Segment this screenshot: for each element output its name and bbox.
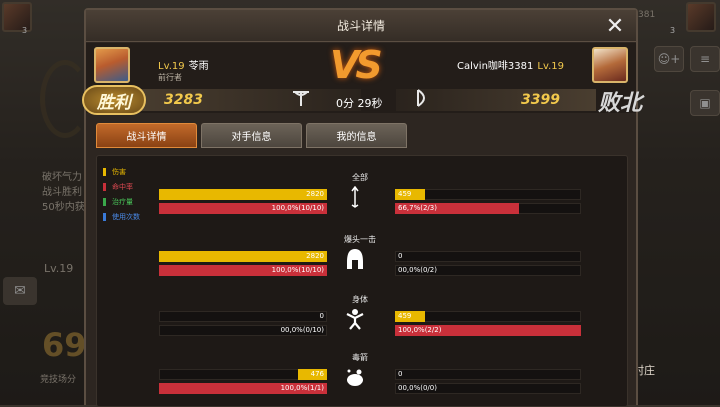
stat-section-title: 毒箭 (352, 353, 368, 362)
close-button[interactable]: ✕ (602, 13, 628, 39)
right-damage-bar: 459 (395, 189, 581, 200)
legend-swatch (103, 167, 106, 176)
legend-label: 命中率 (112, 182, 133, 191)
stat-section-title: 身体 (352, 295, 368, 304)
left-player-title: 前行者 (158, 73, 182, 82)
bar-value: 2820 (306, 252, 324, 260)
bar-value: 0 (398, 252, 403, 260)
left-hit-rate-bar: 00,0%(0/10) (159, 325, 327, 336)
left-player-level: Lv.19 (158, 61, 185, 72)
bar-value: 0 (319, 312, 324, 320)
defeat-badge: 败北 (597, 91, 642, 116)
right-hit-rate-bar: 66,7%(2/3) (395, 203, 581, 214)
right-player-name: Calvin咖啡3381 (457, 61, 534, 72)
bar-value: 100,0%(1/1) (280, 384, 324, 392)
right-hit-rate-bar: 00,0%(0/2) (395, 265, 581, 276)
close-icon: ✕ (605, 13, 625, 39)
right-damage-bar: 0 (395, 369, 581, 380)
right-player-level: Lv.19 (537, 61, 564, 72)
left-damage-bar: 0 (159, 311, 327, 322)
bar-value: 00,0%(0/0) (398, 384, 437, 392)
arrow-icon (344, 186, 366, 208)
right-damage-bar: 0 (395, 251, 581, 262)
bar-value: 0 (398, 370, 403, 378)
stat-section-title: 爆头一击 (344, 235, 376, 244)
bar-value: 459 (398, 190, 412, 198)
left-player-name: 苓雨 (188, 61, 209, 72)
body-icon (344, 308, 366, 330)
legend-label: 伤害 (112, 167, 126, 176)
legend-item-uses: 使用次数 (103, 209, 140, 224)
bar-value: 00,0%(0/10) (280, 326, 324, 334)
bar-track (159, 311, 327, 322)
legend-item-heal: 治疗量 (103, 194, 140, 209)
left-score-bar (126, 89, 361, 111)
legend-item-damage: 伤害 (103, 164, 140, 179)
stats-panel: 伤害 命中率 治疗量 使用次数 全部 2820 100,0%(10/10) 459 66… (96, 155, 628, 407)
bar-value: 100,0%(2/2) (398, 326, 442, 334)
match-timer: 0分 29秒 (336, 97, 383, 110)
right-player-avatar[interactable] (592, 47, 628, 83)
stat-section-title: 全部 (352, 173, 368, 182)
bar-value: 2820 (306, 190, 324, 198)
tab-my-info[interactable]: 我的信息 (306, 123, 407, 148)
right-hit-rate-bar: 100,0%(2/2) (395, 325, 581, 336)
bar-value: 66,7%(2/3) (398, 204, 437, 212)
crossbow-icon (290, 87, 312, 114)
bow-icon (412, 87, 434, 114)
legend-swatch (103, 212, 106, 221)
tab-battle-detail[interactable]: 战斗详情 (96, 123, 197, 148)
left-damage-bar: 2820 (159, 251, 327, 262)
bar-track (395, 251, 581, 262)
stats-legend: 伤害 命中率 治疗量 使用次数 (103, 164, 140, 224)
right-player-score: 3399 (521, 92, 560, 108)
left-player-info: Lv.19 苓雨 (158, 57, 209, 72)
battle-detail-modal: 战斗详情 ✕ Lv.19 苓雨 前行者 Calvin咖啡3381 Lv.19 胜利 … (82, 8, 642, 407)
legend-swatch (103, 182, 106, 191)
legend-label: 使用次数 (112, 212, 140, 221)
vs-label: VS (330, 43, 383, 87)
bar-value: 476 (310, 370, 324, 378)
left-hit-rate-bar: 100,0%(10/10) (159, 203, 327, 214)
modal-titlebar: 战斗详情 ✕ (86, 10, 636, 42)
left-hit-rate-bar: 100,0%(1/1) (159, 383, 327, 394)
poison-icon (344, 366, 366, 388)
bar-value: 100,0%(10/10) (271, 204, 324, 212)
bar-value: 100,0%(10/10) (271, 266, 324, 274)
right-damage-bar: 459 (395, 311, 581, 322)
victory-badge: 胜利 (82, 85, 146, 115)
bar-fill (159, 251, 327, 262)
right-hit-rate-bar: 00,0%(0/0) (395, 383, 581, 394)
tab-opponent-info[interactable]: 对手信息 (201, 123, 302, 148)
right-player-info: Calvin咖啡3381 Lv.19 (457, 57, 564, 72)
modal-title: 战斗详情 (336, 19, 385, 33)
legend-swatch (103, 197, 106, 206)
left-damage-bar: 2820 (159, 189, 327, 200)
legend-item-hit-rate: 命中率 (103, 179, 140, 194)
legend-label: 治疗量 (112, 197, 133, 206)
match-header: Lv.19 苓雨 前行者 Calvin咖啡3381 Lv.19 胜利 3283 33… (82, 43, 642, 116)
bar-value: 459 (398, 312, 412, 320)
helmet-icon (344, 248, 366, 270)
bar-track (395, 369, 581, 380)
left-hit-rate-bar: 100,0%(10/10) (159, 265, 327, 276)
left-player-avatar[interactable] (94, 47, 130, 83)
left-player-score: 3283 (164, 92, 203, 108)
bar-fill (159, 189, 327, 200)
tab-bar: 战斗详情 对手信息 我的信息 (96, 123, 407, 149)
bar-value: 00,0%(0/2) (398, 266, 437, 274)
left-damage-bar: 476 (159, 369, 327, 380)
